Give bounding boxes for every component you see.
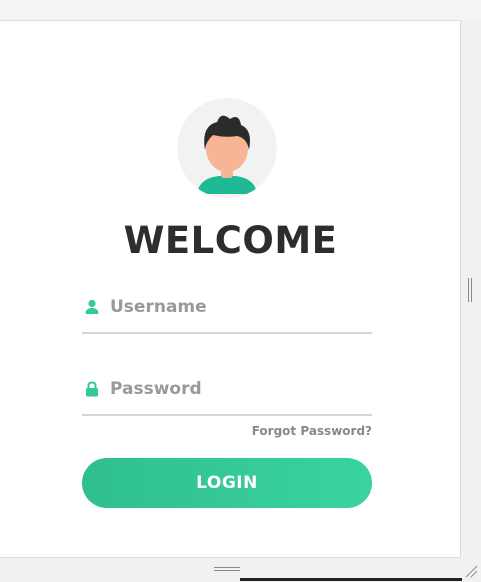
username-field [82, 294, 372, 334]
password-field [82, 376, 372, 416]
user-avatar-icon [177, 98, 277, 198]
password-input[interactable] [110, 376, 368, 402]
welcome-title: WELCOME [123, 219, 338, 262]
user-icon [84, 299, 100, 315]
username-input[interactable] [110, 294, 368, 320]
vertical-resize-handle[interactable] [467, 278, 473, 302]
login-card: WELCOME Forgot Password? LOGIN [0, 20, 461, 558]
horizontal-resize-handle[interactable] [214, 566, 240, 572]
window-top-strip [0, 0, 481, 20]
corner-resize-icon[interactable] [464, 563, 478, 578]
lock-icon [84, 381, 100, 397]
forgot-password-link[interactable]: Forgot Password? [222, 422, 372, 440]
login-button[interactable]: LOGIN [82, 458, 372, 508]
